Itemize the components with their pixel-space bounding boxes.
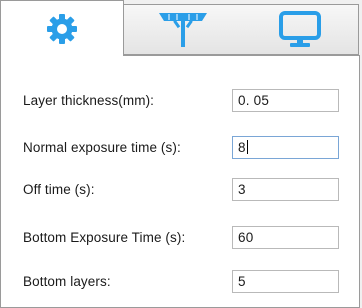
normal-exposure-value: 8: [238, 140, 246, 155]
monitor-icon: [278, 10, 322, 50]
tab-settings[interactable]: [0, 0, 124, 56]
bottom-exposure-value: 60: [238, 230, 254, 245]
off-time-input[interactable]: 3: [232, 178, 339, 201]
settings-panel: Layer thickness(mm): 0. 05 Normal exposu…: [0, 55, 360, 308]
bottom-layers-row: Bottom layers: 5: [1, 270, 359, 294]
off-time-value: 3: [238, 182, 246, 197]
bottom-layers-input[interactable]: 5: [232, 270, 339, 293]
tab-build-platform[interactable]: [123, 4, 243, 55]
normal-exposure-input[interactable]: 8: [232, 136, 339, 159]
gear-icon: [44, 11, 80, 47]
bottom-exposure-input[interactable]: 60: [232, 226, 339, 249]
print-settings-window: Layer thickness(mm): 0. 05 Normal exposu…: [0, 0, 362, 308]
tab-strip: [0, 0, 362, 56]
layer-thickness-row: Layer thickness(mm): 0. 05: [1, 89, 359, 113]
bottom-exposure-label: Bottom Exposure Time (s):: [23, 230, 186, 245]
bottom-layers-label: Bottom layers:: [23, 274, 111, 289]
off-time-label: Off time (s):: [23, 182, 95, 197]
bottom-layers-value: 5: [238, 274, 246, 289]
build-platform-icon: [155, 10, 211, 50]
off-time-row: Off time (s): 3: [1, 178, 359, 202]
tab-display[interactable]: [242, 4, 359, 55]
bottom-exposure-row: Bottom Exposure Time (s): 60: [1, 226, 359, 250]
text-caret: [246, 140, 248, 154]
normal-exposure-row: Normal exposure time (s): 8: [1, 136, 359, 160]
normal-exposure-label: Normal exposure time (s):: [23, 140, 181, 155]
layer-thickness-input[interactable]: 0. 05: [232, 89, 339, 112]
layer-thickness-value: 0. 05: [238, 93, 270, 108]
layer-thickness-label: Layer thickness(mm):: [23, 93, 155, 108]
